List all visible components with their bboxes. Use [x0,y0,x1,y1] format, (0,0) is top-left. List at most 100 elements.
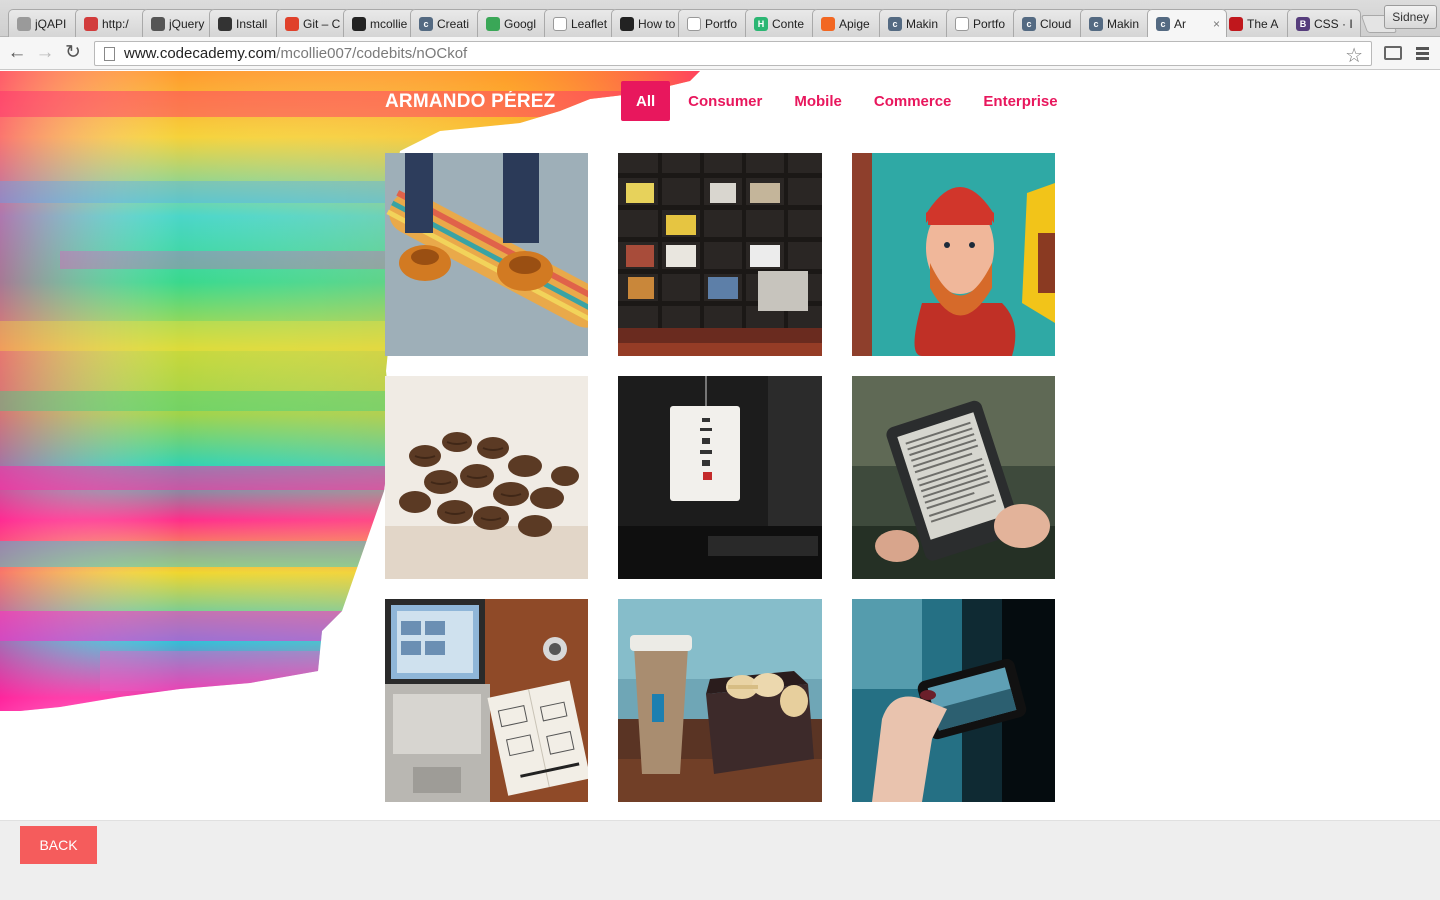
tab-favicon-icon [151,16,165,31]
tab-list: jQAPI http:/jQuery Install Git – Cmcollie c C… [8,9,1398,37]
page-content: ARMANDO PÉREZ All Consumer Mobile Commer… [0,71,1440,820]
url-host: www.codecademy.com [124,45,277,62]
phone-camera-photo [852,599,1055,802]
browser-tab[interactable]: c Creati [410,9,484,37]
portfolio-item[interactable] [618,153,822,356]
back-button[interactable]: BACK [20,826,97,864]
address-bar[interactable]: www.codecademy.com/mcollie007/codebits/n… [94,41,1372,68]
filter-commerce[interactable]: Commerce [858,81,968,121]
back-arrow-icon[interactable]: ← [7,43,27,63]
browser-toolbar: ← → ↻ www.codecademy.com/mcollie007/code… [0,37,1440,70]
tab-favicon-icon: B [1296,16,1310,31]
tab-label: Googl [504,16,537,31]
page-icon [104,46,115,61]
tab-favicon-icon [17,16,31,31]
tab-favicon-icon [486,16,500,31]
filter-enterprise[interactable]: Enterprise [967,81,1073,121]
cast-icon[interactable] [1384,46,1402,60]
portfolio-item[interactable] [852,153,1055,356]
filter-nav: All Consumer Mobile Commerce Enterprise [621,81,1074,121]
tab-favicon-icon [821,16,835,31]
tab-favicon-icon: c [1156,16,1170,31]
portfolio-item[interactable] [385,153,588,356]
browser-tab[interactable]: The A [1220,9,1294,37]
browser-tab[interactable]: Portfo [946,9,1020,37]
browser-tab[interactable]: c Makin [879,9,953,37]
tab-label: Install [236,16,268,31]
browser-tab[interactable]: http:/ [75,9,149,37]
browser-tab[interactable]: mcollie [343,9,417,37]
tab-label: The A [1247,16,1279,31]
tab-label: jQAPI [35,16,67,31]
portfolio-item[interactable] [385,376,588,579]
tab-label: Conte [772,16,805,31]
skateboard-photo [385,153,588,356]
filter-mobile[interactable]: Mobile [778,81,858,121]
brand-logo[interactable]: ARMANDO PÉREZ [385,91,565,113]
tab-label: Leaflet [571,16,608,31]
browser-tab[interactable]: Git – C [276,9,350,37]
footer-bar: BACK [0,820,1440,900]
browser-tab[interactable]: Portfo [678,9,752,37]
tab-favicon-icon [620,16,634,31]
mural-photo [852,153,1055,356]
browser-tab[interactable]: Googl [477,9,551,37]
tab-label: How to [638,16,676,31]
browser-tab[interactable]: H Conte [745,9,819,37]
browser-tab[interactable]: c Ar × [1147,9,1227,37]
tab-favicon-icon: c [1089,16,1103,31]
tab-label: CSS · I [1314,16,1353,31]
tab-label: jQuery [169,16,205,31]
coffee-beans-photo [385,376,588,579]
profile-button[interactable]: Sidney [1384,5,1437,29]
reload-icon[interactable]: ↻ [63,43,83,63]
lantern-photo [618,376,822,579]
browser-tab[interactable]: c Makin [1080,9,1154,37]
forward-arrow-icon[interactable]: → [35,43,55,63]
portfolio-item[interactable] [852,599,1055,802]
tab-favicon-icon [218,16,232,31]
ereader-photo [852,376,1055,579]
browser-tab[interactable]: How to [611,9,685,37]
bookmark-star-icon[interactable]: ☆ [1345,43,1363,68]
browser-tab[interactable]: c Cloud [1013,9,1087,37]
menu-icon[interactable] [1416,47,1429,60]
tab-favicon-icon [84,16,98,31]
portfolio-item[interactable] [385,599,588,802]
tab-favicon-icon [285,16,299,31]
tab-favicon-icon: c [1022,16,1036,31]
tab-label: Cloud [1040,16,1072,31]
tab-label: Portfo [705,16,738,31]
filter-all[interactable]: All [621,81,671,121]
tab-label: Portfo [973,16,1006,31]
tab-favicon-icon [352,16,366,31]
tab-favicon-icon: H [754,16,768,31]
tab-favicon-icon [687,16,701,31]
bookshelf-photo [618,153,822,356]
laptop-desk-photo [385,599,588,802]
tab-label: mcollie [370,16,408,31]
portfolio-item[interactable] [852,376,1055,579]
browser-tab[interactable]: jQAPI [8,9,82,37]
portfolio-item[interactable] [618,599,822,802]
tab-label: Creati [437,16,470,31]
portfolio-item[interactable] [618,376,822,579]
browser-tab[interactable]: Install [209,9,283,37]
tab-label: Ar [1174,16,1186,31]
filter-consumer[interactable]: Consumer [672,81,778,121]
tab-label: Apige [839,16,870,31]
browser-tab[interactable]: jQuery [142,9,216,37]
tab-label: Makin [906,16,939,31]
close-icon[interactable]: × [1213,17,1220,31]
tab-label: http:/ [102,16,129,31]
tab-favicon-icon: c [888,16,902,31]
browser-tab[interactable]: Leaflet [544,9,618,37]
browser-tab[interactable]: B CSS · I [1287,9,1361,37]
browser-tab[interactable]: Apige [812,9,886,37]
tab-strip: jQAPI http:/jQuery Install Git – Cmcollie c C… [0,0,1440,37]
tab-favicon-icon [1229,16,1243,31]
coffee-macarons-photo [618,599,822,802]
portfolio-grid [385,153,1055,802]
tab-favicon-icon [553,16,567,31]
url-path: /mcollie007/codebits/nOCkof [276,45,468,62]
